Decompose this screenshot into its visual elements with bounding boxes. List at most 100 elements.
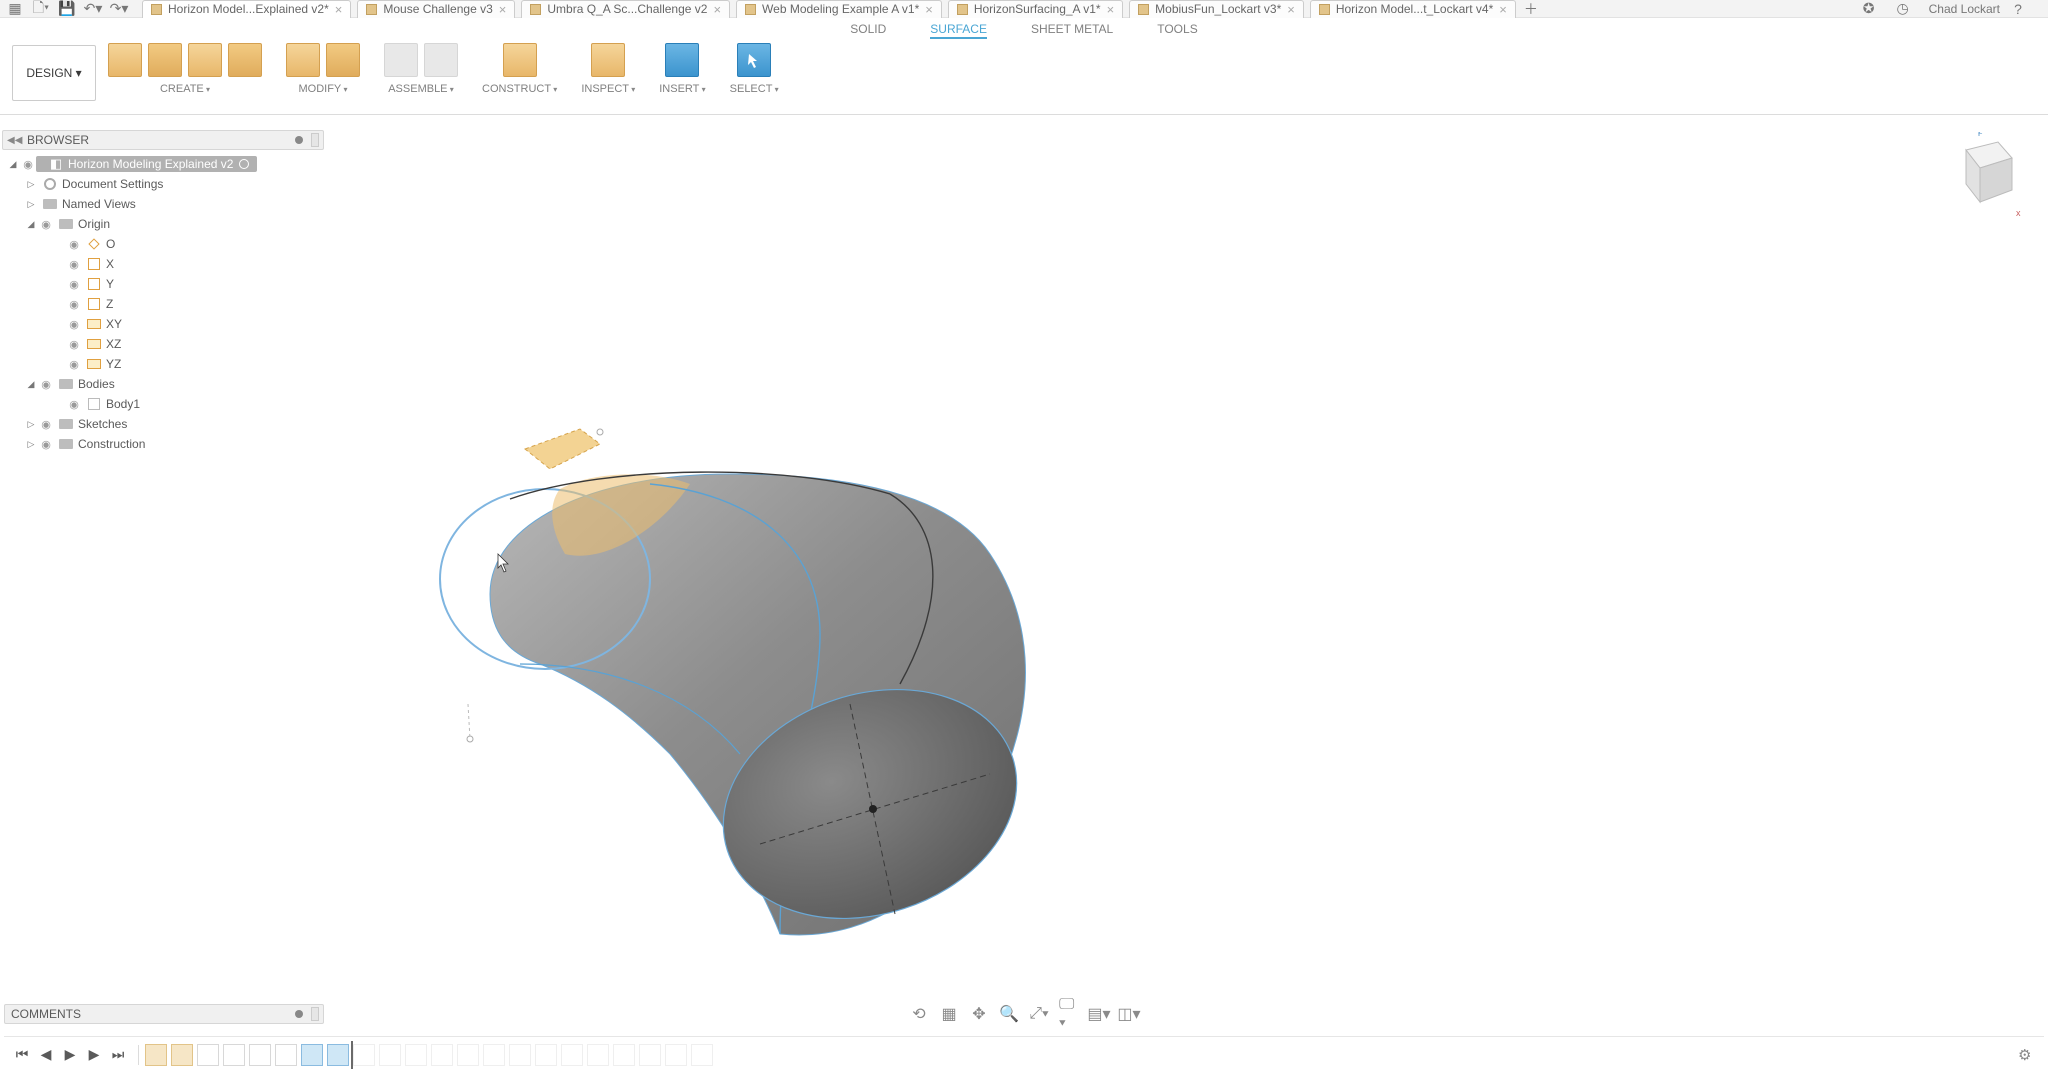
- loft-surface-icon[interactable]: [228, 43, 262, 77]
- feature-11[interactable]: [405, 1044, 427, 1066]
- visibility-icon[interactable]: ◉: [66, 358, 82, 371]
- tab-sheet-metal[interactable]: SHEET METAL: [1031, 22, 1113, 39]
- undo-icon[interactable]: ↶▾: [84, 2, 102, 16]
- visibility-icon[interactable]: ◉: [38, 438, 54, 451]
- close-icon[interactable]: ×: [1107, 2, 1115, 17]
- tree-body1[interactable]: ◉ Body1: [2, 394, 324, 414]
- feature-21[interactable]: [665, 1044, 687, 1066]
- measure-icon[interactable]: [591, 43, 625, 77]
- feature-13[interactable]: [457, 1044, 479, 1066]
- expand-icon[interactable]: ▷: [24, 199, 38, 210]
- grid-settings-icon[interactable]: ▤▾: [1089, 1004, 1109, 1024]
- new-tab-icon[interactable]: ＋: [1522, 2, 1540, 16]
- timeline-settings-icon[interactable]: ⚙: [2018, 1046, 2036, 1064]
- timeline-play-icon[interactable]: ▶: [60, 1045, 80, 1065]
- save-icon[interactable]: 💾: [58, 2, 76, 16]
- feature-12[interactable]: [431, 1044, 453, 1066]
- feature-15[interactable]: [509, 1044, 531, 1066]
- tab-mobius-fun[interactable]: MobiusFun_Lockart v3* ×: [1129, 0, 1304, 18]
- construction-plane[interactable]: [525, 429, 600, 469]
- extrude-surface-icon[interactable]: [108, 43, 142, 77]
- feature-18[interactable]: [587, 1044, 609, 1066]
- visibility-icon[interactable]: ◉: [66, 278, 82, 291]
- zoom-icon[interactable]: 🔍: [999, 1004, 1019, 1024]
- tree-plane-xy[interactable]: ◉ XY: [2, 314, 324, 334]
- feature-3[interactable]: [197, 1044, 219, 1066]
- expand-icon[interactable]: ◢: [24, 219, 38, 230]
- expand-icon[interactable]: ▷: [24, 179, 38, 190]
- visibility-icon[interactable]: ◉: [66, 258, 82, 271]
- fit-icon[interactable]: ⤢▾: [1029, 1004, 1049, 1024]
- close-icon[interactable]: ×: [1287, 2, 1295, 17]
- group-label[interactable]: CREATE: [160, 83, 210, 95]
- tab-horizon-explained[interactable]: Horizon Model...Explained v2* ×: [142, 0, 351, 18]
- close-icon[interactable]: ×: [1499, 2, 1507, 17]
- timeline-start-icon[interactable]: ⏮: [12, 1045, 32, 1065]
- tree-axis-x[interactable]: ◉ X: [2, 254, 324, 274]
- close-icon[interactable]: ×: [335, 2, 343, 17]
- feature-9[interactable]: [353, 1044, 375, 1066]
- feature-5[interactable]: [249, 1044, 271, 1066]
- browser-drag-handle[interactable]: [311, 133, 319, 147]
- collapse-icon[interactable]: ◀◀: [7, 135, 22, 146]
- tab-mouse-challenge[interactable]: Mouse Challenge v3 ×: [357, 0, 515, 18]
- visibility-icon[interactable]: ◉: [38, 218, 54, 231]
- tab-web-modeling[interactable]: Web Modeling Example A v1* ×: [736, 0, 942, 18]
- comments-drag-handle[interactable]: [311, 1007, 319, 1021]
- look-at-icon[interactable]: ▦: [939, 1004, 959, 1024]
- visibility-icon[interactable]: ◉: [66, 298, 82, 311]
- workspace-switcher[interactable]: DESIGN ▾: [12, 45, 96, 101]
- feature-plane-1[interactable]: [171, 1044, 193, 1066]
- help-icon[interactable]: ?: [2010, 2, 2026, 16]
- view-cube[interactable]: x z: [1934, 132, 2024, 222]
- visibility-icon[interactable]: ◉: [38, 378, 54, 391]
- grid-icon[interactable]: ▦: [6, 2, 24, 16]
- tree-plane-yz[interactable]: ◉ YZ: [2, 354, 324, 374]
- group-label[interactable]: MODIFY: [298, 83, 347, 95]
- tree-sketches[interactable]: ▷ ◉ Sketches: [2, 414, 324, 434]
- revolve-surface-icon[interactable]: [148, 43, 182, 77]
- joint-icon[interactable]: [384, 43, 418, 77]
- insert-decal-icon[interactable]: [665, 43, 699, 77]
- face-center-point[interactable]: [869, 805, 877, 813]
- expand-icon[interactable]: ▷: [24, 439, 38, 450]
- as-built-joint-icon[interactable]: [424, 43, 458, 77]
- tree-construction[interactable]: ▷ ◉ Construction: [2, 434, 324, 454]
- feature-sketch-1[interactable]: [145, 1044, 167, 1066]
- redo-icon[interactable]: ↷▾: [110, 2, 128, 16]
- orbit-icon[interactable]: ⟲: [909, 1004, 929, 1024]
- tab-horizon-surfacing[interactable]: HorizonSurfacing_A v1* ×: [948, 0, 1123, 18]
- tab-surface[interactable]: SURFACE: [930, 22, 987, 39]
- timeline-end-icon[interactable]: ⏭: [108, 1045, 128, 1065]
- visibility-icon[interactable]: ◉: [20, 158, 36, 171]
- feature-16[interactable]: [535, 1044, 557, 1066]
- browser-header[interactable]: ◀◀ BROWSER: [2, 130, 324, 150]
- close-icon[interactable]: ×: [925, 2, 933, 17]
- feature-6[interactable]: [275, 1044, 297, 1066]
- tree-axis-z[interactable]: ◉ Z: [2, 294, 324, 314]
- visibility-icon[interactable]: ◉: [66, 338, 82, 351]
- feature-4[interactable]: [223, 1044, 245, 1066]
- comments-options-icon[interactable]: [295, 1010, 303, 1018]
- sweep-surface-icon[interactable]: [188, 43, 222, 77]
- pan-icon[interactable]: ✥: [969, 1004, 989, 1024]
- feature-17[interactable]: [561, 1044, 583, 1066]
- select-tool-icon[interactable]: [737, 43, 771, 77]
- tab-tools[interactable]: TOOLS: [1157, 22, 1197, 39]
- visibility-icon[interactable]: ◉: [38, 418, 54, 431]
- group-label[interactable]: CONSTRUCT: [482, 83, 557, 95]
- feature-20[interactable]: [639, 1044, 661, 1066]
- job-status-icon[interactable]: ◷: [1895, 2, 1911, 16]
- group-label[interactable]: INSERT: [659, 83, 705, 95]
- extensions-icon[interactable]: ✪: [1861, 2, 1877, 16]
- model-body[interactable]: [350, 354, 1150, 974]
- tree-doc-settings[interactable]: ▷ Document Settings: [2, 174, 324, 194]
- tree-origin[interactable]: ◢ ◉ Origin: [2, 214, 324, 234]
- comments-panel-header[interactable]: COMMENTS: [4, 1004, 324, 1024]
- tree-bodies[interactable]: ◢ ◉ Bodies: [2, 374, 324, 394]
- feature-7[interactable]: [301, 1044, 323, 1066]
- feature-8-current[interactable]: [327, 1044, 349, 1066]
- timeline-fwd-icon[interactable]: ▶: [84, 1045, 104, 1065]
- tree-named-views[interactable]: ▷ Named Views: [2, 194, 324, 214]
- feature-14[interactable]: [483, 1044, 505, 1066]
